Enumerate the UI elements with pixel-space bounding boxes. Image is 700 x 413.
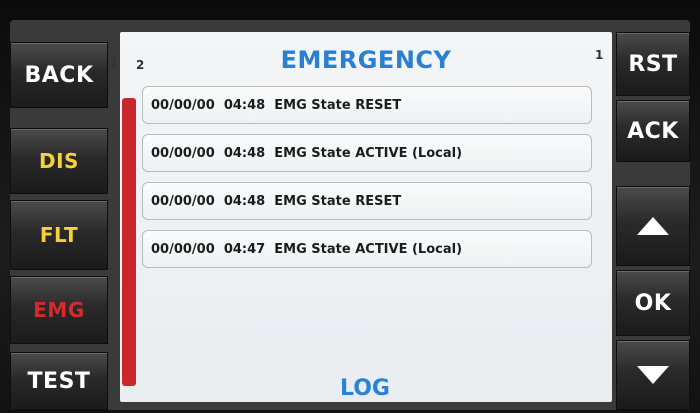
log-time: 04:48 <box>223 193 266 209</box>
log-event: EMG State RESET <box>274 97 402 113</box>
ack-button[interactable]: ACK <box>616 100 690 162</box>
back-button[interactable]: BACK <box>10 42 108 108</box>
log-time: 04:48 <box>223 97 266 113</box>
log-date: 00/00/00 <box>151 97 215 113</box>
log-date: 00/00/00 <box>151 145 215 161</box>
log-footer-label: LOG <box>340 376 390 401</box>
log-event: EMG State ACTIVE (Local) <box>274 145 463 161</box>
scroll-up-button[interactable] <box>616 186 690 266</box>
log-row[interactable]: 00/00/00 04:47 EMG State ACTIVE (Local) <box>142 230 592 268</box>
dis-button[interactable]: DIS <box>10 128 108 194</box>
page-title: EMERGENCY <box>280 46 452 74</box>
page-indicator-1: 1 <box>110 56 119 70</box>
page-indicator-2: 2 <box>136 58 145 72</box>
scrollbar[interactable] <box>122 98 136 386</box>
log-date: 00/00/00 <box>151 193 215 209</box>
scroll-down-button[interactable] <box>616 340 690 410</box>
ok-button[interactable]: OK <box>616 270 690 336</box>
flt-button[interactable]: FLT <box>10 200 108 270</box>
log-time: 04:47 <box>223 241 266 257</box>
down-arrow-icon <box>637 366 669 384</box>
count-indicator: 1 <box>595 48 604 62</box>
log-time: 04:48 <box>223 145 266 161</box>
log-row[interactable]: 00/00/00 04:48 EMG State RESET <box>142 182 592 220</box>
log-event: EMG State ACTIVE (Local) <box>274 241 463 257</box>
log-row[interactable]: 00/00/00 04:48 EMG State ACTIVE (Local) <box>142 134 592 172</box>
emg-button[interactable]: EMG <box>10 276 108 344</box>
log-row[interactable]: 00/00/00 04:48 EMG State RESET <box>142 86 592 124</box>
touch-screen: BACK DIS FLT EMG TEST RST ACK OK 1 2 1 E… <box>10 20 690 410</box>
up-arrow-icon <box>637 217 669 235</box>
log-date: 00/00/00 <box>151 241 215 257</box>
rst-button[interactable]: RST <box>616 32 690 96</box>
test-button[interactable]: TEST <box>10 352 108 410</box>
log-event: EMG State RESET <box>274 193 402 209</box>
